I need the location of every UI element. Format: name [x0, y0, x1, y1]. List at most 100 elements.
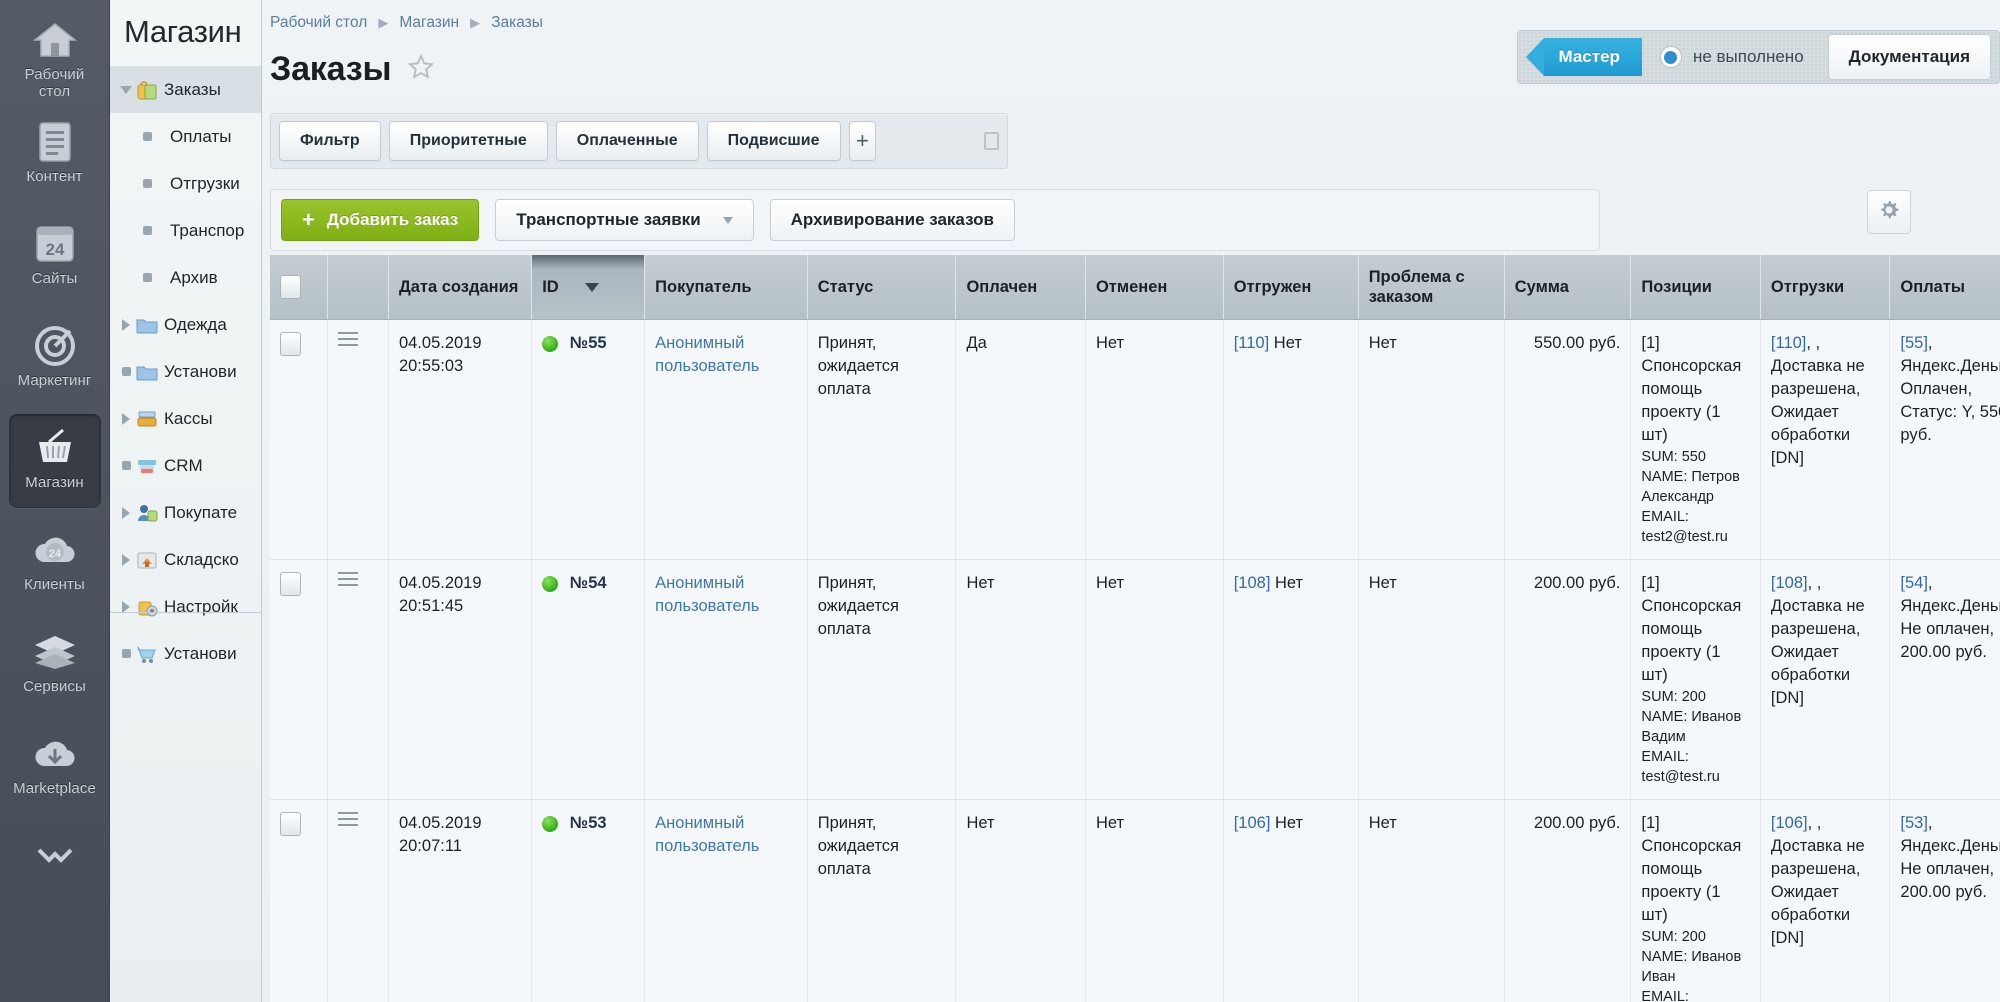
chevron-down-icon[interactable] — [118, 86, 134, 94]
tab-filter[interactable]: Фильтр — [279, 121, 381, 161]
payment-link[interactable]: [53] — [1900, 814, 1928, 832]
chevron-right-icon[interactable] — [118, 413, 134, 425]
tab-add-button[interactable]: + — [849, 121, 877, 161]
cell-actions[interactable] — [328, 560, 389, 800]
transport-requests-dropdown[interactable]: Транспортные заявки — [495, 199, 753, 241]
customer-link[interactable]: Анонимный пользователь — [655, 814, 759, 855]
add-order-button[interactable]: + Добавить заказ — [281, 199, 479, 241]
cell-customer[interactable]: Анонимный пользователь — [645, 560, 808, 800]
menu-item-transport[interactable]: Транспор — [110, 207, 261, 254]
cell-select[interactable] — [270, 560, 328, 800]
cell-payments[interactable]: [54], Яндекс.Деньги, Не оплачен, 200.00 … — [1890, 560, 2000, 800]
th-problem[interactable]: Проблема с заказом — [1358, 255, 1504, 320]
th-id[interactable]: ID — [532, 255, 645, 320]
breadcrumb-item-orders[interactable]: Заказы — [491, 14, 543, 32]
table-row[interactable]: 04.05.2019 20:07:11 №53 Анонимный пользо… — [270, 800, 2000, 1002]
rail-item-marketing[interactable]: Маркетинг — [9, 312, 101, 406]
cell-actions[interactable] — [328, 800, 389, 1002]
cell-actions[interactable] — [328, 320, 389, 560]
customer-link[interactable]: Анонимный пользователь — [655, 574, 759, 615]
menu-item-shipments[interactable]: Отгрузки — [110, 160, 261, 207]
th-payments[interactable]: Оплаты — [1890, 255, 2000, 320]
cell-shipments[interactable]: [106], , Доставка не разрешена, Ожидает … — [1760, 800, 1889, 1002]
th-status[interactable]: Статус — [807, 255, 956, 320]
master-status[interactable]: не выполнено — [1660, 46, 1804, 68]
breadcrumb-item-desktop[interactable]: Рабочий стол — [270, 14, 367, 32]
star-icon[interactable] — [407, 53, 435, 86]
row-checkbox[interactable] — [280, 332, 301, 356]
shipped-link[interactable]: [108] — [1234, 574, 1271, 592]
rail-item-clients[interactable]: 24 Клиенты — [9, 516, 101, 610]
cell-shipments[interactable]: [110], , Доставка не разрешена, Ожидает … — [1760, 320, 1889, 560]
row-checkbox[interactable] — [280, 572, 301, 596]
cell-shipped[interactable]: [108] Нет — [1223, 560, 1358, 800]
row-menu-icon[interactable] — [338, 812, 358, 826]
menu-item-archive[interactable]: Архив — [110, 254, 261, 301]
menu-item-crm[interactable]: CRM — [110, 442, 261, 489]
row-menu-icon[interactable] — [338, 332, 358, 346]
menu-item-settings[interactable]: Настройк — [110, 583, 261, 630]
order-id[interactable]: №53 — [570, 814, 607, 832]
chevron-right-icon[interactable] — [118, 601, 134, 613]
breadcrumb-item-shop[interactable]: Магазин — [399, 14, 459, 32]
menu-item-warehouse[interactable]: Складско — [110, 536, 261, 583]
radio-icon[interactable] — [1660, 46, 1682, 68]
th-sum[interactable]: Сумма — [1504, 255, 1631, 320]
menu-item-cashboxes[interactable]: Кассы — [110, 395, 261, 442]
cell-id[interactable]: №55 — [532, 320, 645, 560]
table-row[interactable]: 04.05.2019 20:51:45 №54 Анонимный пользо… — [270, 560, 2000, 800]
cell-id[interactable]: №54 — [532, 560, 645, 800]
row-checkbox[interactable] — [280, 812, 301, 836]
cell-shipped[interactable]: [110] Нет — [1223, 320, 1358, 560]
shipped-link[interactable]: [110] — [1234, 334, 1269, 352]
grid-settings-button[interactable] — [1867, 190, 1911, 234]
cell-shipped[interactable]: [106] Нет — [1223, 800, 1358, 1002]
cell-id[interactable]: №53 — [532, 800, 645, 1002]
select-all-checkbox[interactable] — [280, 275, 301, 299]
rail-item-shop[interactable]: Магазин — [9, 414, 101, 508]
rail-item-content[interactable]: Контент — [9, 108, 101, 202]
shipped-link[interactable]: [106] — [1234, 814, 1271, 832]
th-paid[interactable]: Оплачен — [956, 255, 1085, 320]
orders-table-wrapper[interactable]: Дата создания ID Покупатель Статус Опла — [270, 255, 2000, 1002]
view-toggle-icon[interactable] — [984, 132, 999, 150]
rail-item-desktop[interactable]: Рабочий стол — [9, 6, 101, 100]
shipment-link[interactable]: [110] — [1771, 334, 1806, 352]
menu-item-payments[interactable]: Оплаты — [110, 113, 261, 160]
menu-item-orders[interactable]: Заказы — [110, 66, 261, 113]
chevron-right-icon[interactable] — [118, 554, 134, 566]
menu-item-install-1[interactable]: Установи — [110, 348, 261, 395]
tab-priority[interactable]: Приоритетные — [389, 121, 548, 161]
tab-pending[interactable]: Подвисшие — [707, 121, 841, 161]
order-id[interactable]: №54 — [570, 574, 607, 592]
documentation-button[interactable]: Документация — [1828, 34, 1991, 80]
cell-shipments[interactable]: [108], , Доставка не разрешена, Ожидает … — [1760, 560, 1889, 800]
cell-payments[interactable]: [55], Яндекс.Деньги, Оплачен, Статус: Y,… — [1890, 320, 2000, 560]
shipment-link[interactable]: [108] — [1771, 574, 1808, 592]
rail-item-more[interactable] — [9, 822, 101, 916]
master-button[interactable]: Мастер — [1544, 38, 1641, 76]
chevron-right-icon[interactable] — [118, 507, 134, 519]
cell-customer[interactable]: Анонимный пользователь — [645, 800, 808, 1002]
menu-item-clothes[interactable]: Одежда — [110, 301, 261, 348]
customer-link[interactable]: Анонимный пользователь — [655, 334, 759, 375]
cell-select[interactable] — [270, 320, 328, 560]
shipment-link[interactable]: [106] — [1771, 814, 1808, 832]
table-row[interactable]: 04.05.2019 20:55:03 №55 Анонимный пользо… — [270, 320, 2000, 560]
cell-payments[interactable]: [53], Яндекс.Деньги, Не оплачен, 200.00 … — [1890, 800, 2000, 1002]
th-date[interactable]: Дата создания — [388, 255, 531, 320]
menu-item-install-2[interactable]: Установи — [110, 630, 261, 677]
payment-link[interactable]: [55] — [1900, 334, 1928, 352]
chevron-right-icon[interactable] — [118, 319, 134, 331]
th-items[interactable]: Позиции — [1631, 255, 1760, 320]
tab-paid[interactable]: Оплаченные — [556, 121, 699, 161]
cell-customer[interactable]: Анонимный пользователь — [645, 320, 808, 560]
th-select-all[interactable] — [270, 255, 328, 320]
th-customer[interactable]: Покупатель — [645, 255, 808, 320]
th-shipments[interactable]: Отгрузки — [1760, 255, 1889, 320]
payment-link[interactable]: [54] — [1900, 574, 1928, 592]
row-menu-icon[interactable] — [338, 572, 358, 586]
rail-item-sites[interactable]: 24 Сайты — [9, 210, 101, 304]
order-id[interactable]: №55 — [570, 334, 607, 352]
cell-select[interactable] — [270, 800, 328, 1002]
